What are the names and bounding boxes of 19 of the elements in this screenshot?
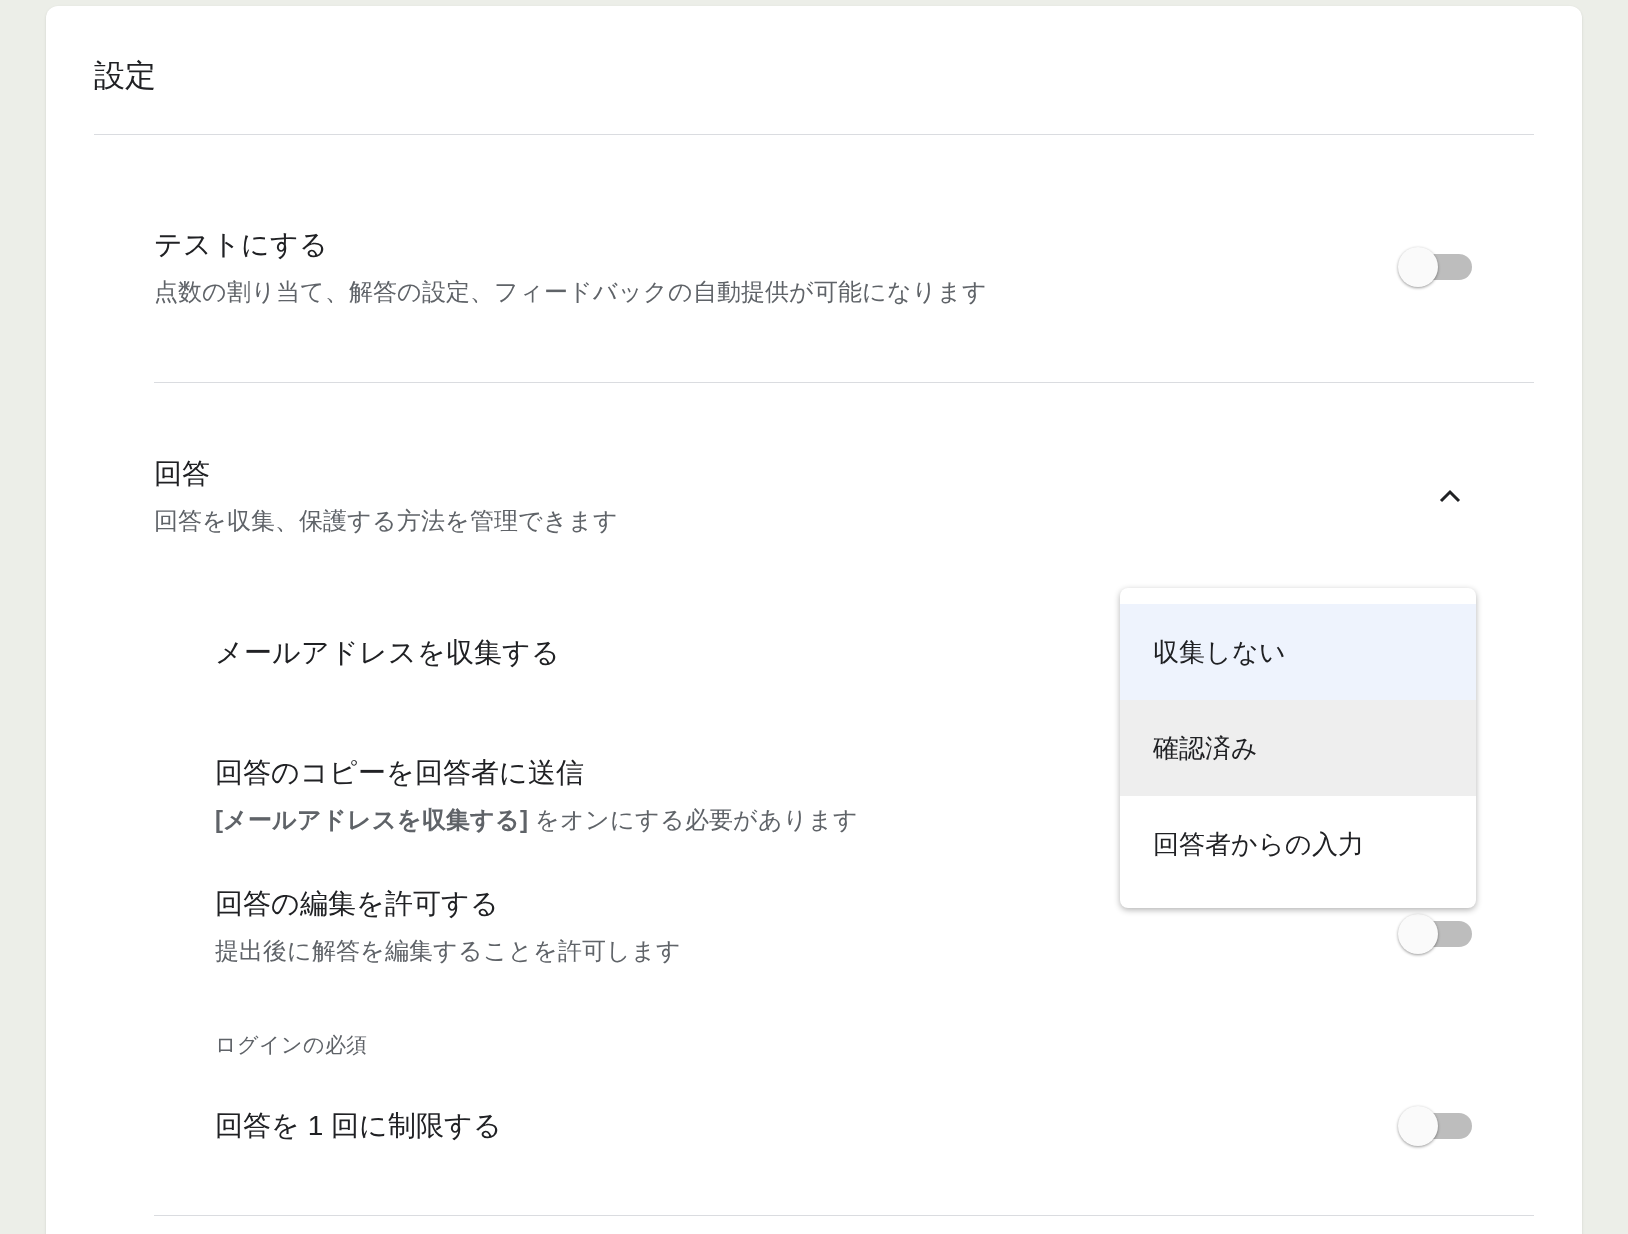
page-title: 設定 — [94, 56, 156, 95]
section-title: 回答 — [154, 457, 211, 491]
setting-title: メールアドレスを収集する — [215, 636, 560, 670]
toggle-switch[interactable] — [1398, 1105, 1474, 1146]
setting-title: テストにする — [154, 227, 329, 262]
dropdown-option[interactable]: 回答者からの入力 — [1120, 796, 1476, 892]
setting-description: 点数の割り当て、解答の設定、フィードバックの自動提供が可能になります — [154, 276, 987, 307]
section-description: 回答を収集、保護する方法を管理できます — [154, 506, 618, 536]
toggle-switch[interactable] — [1398, 246, 1474, 287]
setting-title: 回答のコピーを回答者に送信 — [215, 756, 585, 790]
group-label: ログインの必須 — [215, 1032, 367, 1058]
setting-description: [メールアドレスを収集する] をオンにする必要があります — [215, 805, 858, 835]
chevron-up-icon — [1438, 488, 1462, 504]
toggle-switch[interactable] — [1398, 914, 1474, 954]
setting-title: 回答の編集を許可する — [215, 887, 500, 921]
setting-title: 回答を 1 回に制限する — [215, 1108, 503, 1143]
dropdown-option[interactable]: 収集しない — [1120, 604, 1476, 700]
dropdown-option[interactable]: 確認済み — [1120, 700, 1476, 796]
setting-description: 提出後に解答を編集することを許可します — [215, 936, 681, 966]
